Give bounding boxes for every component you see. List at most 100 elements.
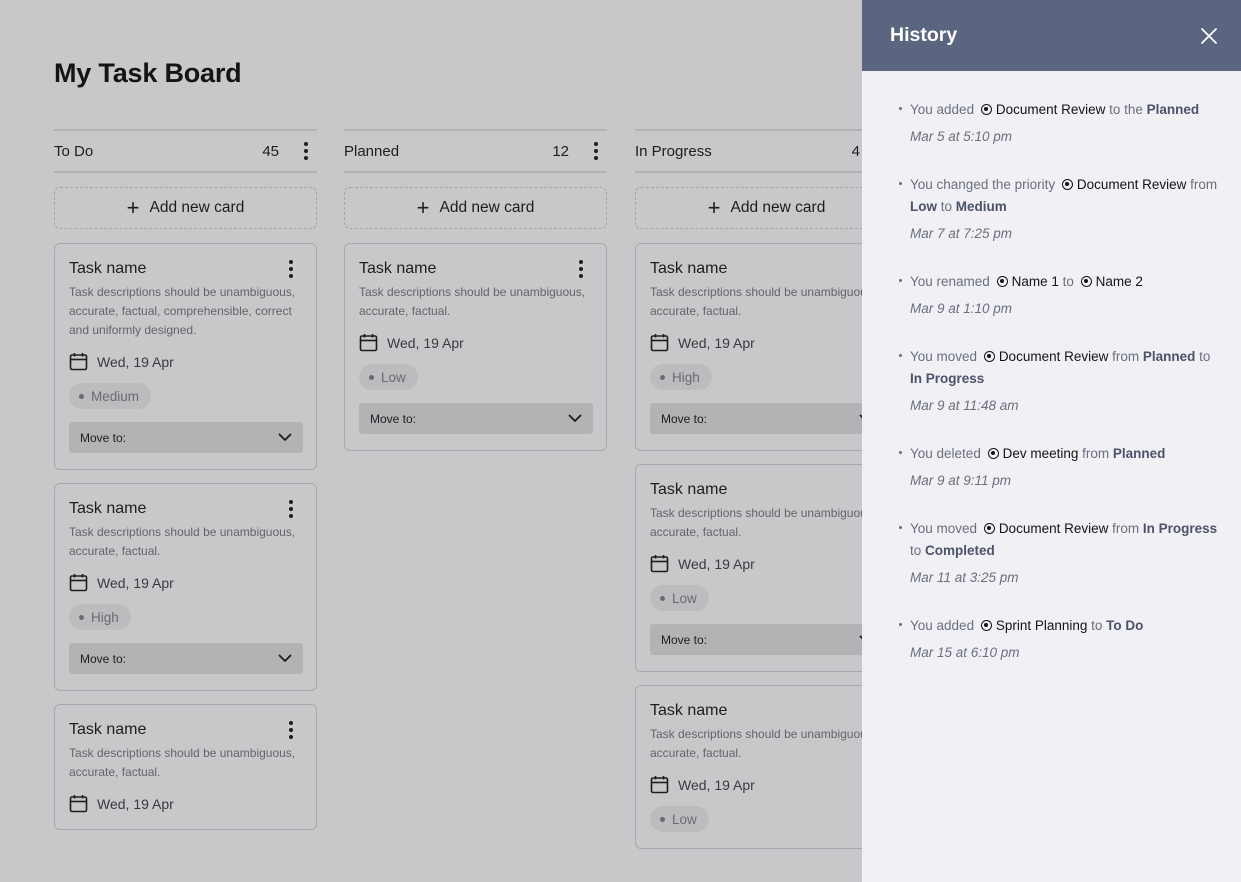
target-icon <box>987 448 999 459</box>
move-to-select[interactable]: Move to: <box>359 403 593 434</box>
history-entry-text: You moved Document Review from Planned t… <box>910 346 1219 390</box>
history-entry-text: You renamed Name 1 to Name 2 <box>910 271 1219 293</box>
priority-label: Low <box>381 369 406 385</box>
card-due-date: Wed, 19 Apr <box>359 333 593 352</box>
move-to-select[interactable]: Move to: <box>69 422 303 453</box>
task-card[interactable]: Task name Task descriptions should be una… <box>635 243 898 451</box>
history-text-part: from <box>1186 177 1218 192</box>
history-header: History <box>862 0 1241 71</box>
add-card-button[interactable]: + Add new card <box>635 187 898 229</box>
history-entry: You renamed Name 1 to Name 2 Mar 9 at 1:1… <box>899 271 1219 316</box>
history-text-part: You moved <box>910 521 981 536</box>
move-to-select[interactable]: Move to: <box>650 403 884 434</box>
history-status-ref: Medium <box>955 199 1007 214</box>
history-status-ref: Planned <box>1112 446 1166 461</box>
priority-label: Medium <box>91 388 140 404</box>
column-title: Planned <box>344 142 400 160</box>
card-description: Task descriptions should be unambiguous,… <box>359 285 586 318</box>
add-card-label: Add new card <box>730 199 826 216</box>
board-column: To Do 45 + Add new card Task name Task descri… <box>54 129 317 830</box>
add-card-button[interactable]: + Add new card <box>344 187 607 229</box>
task-card[interactable]: Task name Task descriptions should be una… <box>344 243 607 451</box>
history-text-part: You added <box>910 618 978 633</box>
column-menu-button[interactable] <box>589 142 603 160</box>
move-to-label: Move to: <box>80 651 127 666</box>
card-menu-button[interactable] <box>284 260 298 278</box>
card-due-date: Wed, 19 Apr <box>650 775 884 794</box>
card-header: Task name <box>69 500 303 518</box>
task-card[interactable]: Task name Task descriptions should be una… <box>635 464 898 672</box>
history-timestamp: Mar 5 at 5:10 pm <box>910 129 1013 144</box>
priority-label: Low <box>672 811 697 827</box>
column-count: 4 <box>851 142 860 160</box>
history-item-ref: Document Review <box>981 521 1108 536</box>
task-card[interactable]: Task name Task descriptions should be una… <box>54 483 317 691</box>
history-list: You added Document Review to the Planned… <box>862 71 1241 660</box>
history-status-ref: To Do <box>1106 618 1144 633</box>
page-title: My Task Board <box>54 58 242 88</box>
add-card-button[interactable]: + Add new card <box>54 187 317 229</box>
card-due-date: Wed, 19 Apr <box>69 352 303 371</box>
task-card[interactable]: Task name Task descriptions should be una… <box>54 704 317 830</box>
history-timestamp: Mar 9 at 1:10 pm <box>910 301 1013 316</box>
target-icon <box>983 523 995 534</box>
card-description: Task descriptions should be unambiguous,… <box>69 525 296 558</box>
move-to-label: Move to: <box>370 411 417 426</box>
card-description: Task descriptions should be unambiguous,… <box>650 285 877 318</box>
history-item-name: Name 1 <box>1011 274 1059 289</box>
column-count: 12 <box>552 142 569 160</box>
calendar-icon <box>69 574 88 592</box>
history-entry: You added Document Review to the Planned… <box>899 99 1219 144</box>
card-due-date: Wed, 19 Apr <box>650 554 884 573</box>
calendar-icon <box>650 555 669 573</box>
history-entry: You moved Document Review from Planned t… <box>899 346 1219 413</box>
chevron-down-icon <box>278 654 292 662</box>
move-to-select[interactable]: Move to: <box>69 643 303 674</box>
priority-badge: Medium <box>69 383 152 409</box>
move-to-select[interactable]: Move to: <box>650 624 884 655</box>
history-entry: You changed the priority Document Review… <box>899 174 1219 241</box>
card-menu-button[interactable] <box>284 721 298 739</box>
history-title: History <box>890 24 958 46</box>
history-entry: You moved Document Review from In Progre… <box>899 518 1219 585</box>
due-date-text: Wed, 19 Apr <box>97 353 174 370</box>
history-status-ref: In Progress <box>1142 521 1218 536</box>
history-item-name: Name 2 <box>1095 274 1143 289</box>
card-title: Task name <box>650 702 728 719</box>
card-header: Task name <box>650 260 884 278</box>
priority-badge: High <box>650 364 712 390</box>
history-status-ref: Completed <box>925 543 995 558</box>
column-header: To Do 45 <box>54 129 317 173</box>
move-to-label: Move to: <box>661 411 708 426</box>
history-item-ref: Document Review <box>978 102 1106 117</box>
history-timestamp: Mar 9 at 9:11 pm <box>910 473 1012 488</box>
move-to-label: Move to: <box>80 430 127 445</box>
history-text-part: from <box>1108 349 1143 364</box>
card-description: Task descriptions should be unambiguous,… <box>650 727 877 760</box>
task-card[interactable]: Task name Task descriptions should be una… <box>54 243 317 470</box>
card-menu-button[interactable] <box>574 260 588 278</box>
card-description: Task descriptions should be unambiguous,… <box>69 285 296 337</box>
close-button[interactable] <box>1199 26 1219 46</box>
add-card-label: Add new card <box>439 199 535 216</box>
calendar-icon <box>69 353 88 371</box>
history-item-ref: Document Review <box>1059 177 1186 192</box>
history-item-name: Sprint Planning <box>995 618 1088 633</box>
task-card[interactable]: Task name Task descriptions should be una… <box>635 685 898 849</box>
history-text-part: to <box>937 199 956 214</box>
card-menu-button[interactable] <box>284 500 298 518</box>
history-text-part: You added <box>910 102 978 117</box>
history-status-ref: Low <box>910 199 937 214</box>
history-entry-text: You moved Document Review from In Progre… <box>910 518 1219 562</box>
dot-icon <box>660 595 665 601</box>
history-item-name: Document Review <box>995 102 1106 117</box>
history-timestamp: Mar 15 at 6:10 pm <box>910 645 1020 660</box>
card-due-date: Wed, 19 Apr <box>650 333 884 352</box>
column-menu-button[interactable] <box>299 142 313 160</box>
card-title: Task name <box>359 260 437 277</box>
history-entry-text: You added Sprint Planning to To Do <box>910 615 1219 637</box>
card-title: Task name <box>69 260 147 277</box>
dot-icon <box>79 393 84 399</box>
card-title: Task name <box>650 481 728 498</box>
history-status-ref: Planned <box>1146 102 1200 117</box>
